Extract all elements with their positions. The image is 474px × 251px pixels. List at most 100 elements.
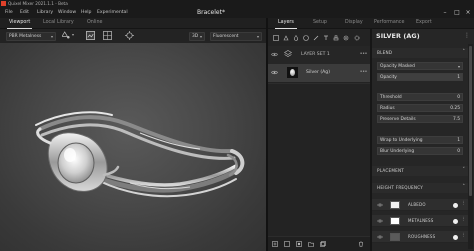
eye-icon[interactable] <box>271 52 278 57</box>
tab-online[interactable]: Online <box>87 18 102 29</box>
layer-set-row[interactable]: LAYER SET 1 ••• <box>268 46 370 64</box>
roughness-swatch[interactable] <box>390 233 400 241</box>
layers-bottom-toolbar <box>268 236 370 251</box>
tab-performance[interactable]: Performance <box>374 18 404 29</box>
app-title: Quixel Mixer 2021.1.1 - Beta <box>8 1 68 6</box>
viewport-toolbar: PBR Metalness ▾ ▾ 3D ▾ Fluorescent ▾ <box>0 29 268 43</box>
shading-mode-dropdown[interactable]: PBR Metalness ▾ <box>6 32 56 41</box>
section-blend[interactable]: BLEND ˄ <box>372 48 468 58</box>
tab-local-library[interactable]: Local Library <box>43 18 74 29</box>
grid-view-icon[interactable] <box>103 31 112 40</box>
camera-target-icon[interactable] <box>125 31 134 40</box>
metalness-swatch[interactable] <box>390 217 400 225</box>
material-preview-icon <box>290 69 295 76</box>
chevron-up-icon: ˄ <box>462 49 466 55</box>
more-options-icon[interactable]: ⋮ <box>464 32 470 39</box>
more-options-icon[interactable]: ⋮ <box>461 217 466 222</box>
channel-toggle-icon[interactable] <box>453 219 458 224</box>
app-logo-icon <box>1 1 6 6</box>
projection-icon[interactable] <box>343 35 349 41</box>
eye-icon[interactable] <box>377 219 383 223</box>
add-layer-icon[interactable] <box>272 241 278 247</box>
trash-icon[interactable] <box>358 241 364 247</box>
tab-export[interactable]: Export <box>416 18 432 29</box>
view-mode-value: 3D <box>192 34 199 39</box>
wrap-to-underlying-slider[interactable]: Wrap to Underlying 1 <box>377 136 463 144</box>
view-mode-dropdown[interactable]: 3D ▾ <box>189 32 205 41</box>
more-options-icon[interactable]: ⋮ <box>461 233 466 238</box>
layer-type-toolbar <box>268 31 370 45</box>
brush-icon[interactable] <box>313 35 319 41</box>
channel-toggle-icon[interactable] <box>453 203 458 208</box>
image-view-icon[interactable] <box>86 31 95 40</box>
more-options-icon[interactable]: ••• <box>360 69 368 75</box>
tab-viewport[interactable]: Viewport <box>6 18 33 29</box>
right-tab-bar: Layers Setup Display Performance Export <box>268 18 474 29</box>
blur-underlying-slider[interactable]: Blur Underlying 0 <box>377 147 463 155</box>
stamp-icon[interactable] <box>333 35 339 41</box>
settings-icon[interactable] <box>354 35 360 41</box>
3d-viewport[interactable] <box>0 43 266 251</box>
environment-value: Fluorescent <box>213 34 239 39</box>
eye-icon[interactable] <box>271 70 278 75</box>
add-mask-icon[interactable] <box>296 241 302 247</box>
blend-mode-value: Opacity Masked <box>380 64 415 69</box>
more-options-icon[interactable]: ⋮ <box>461 201 466 206</box>
maximize-icon[interactable]: □ <box>452 9 462 16</box>
radius-value: 0.25 <box>450 106 460 111</box>
chevron-down-icon: ▾ <box>199 34 202 39</box>
opacity-slider[interactable]: Opacity 1 <box>377 73 463 81</box>
scrollbar-thumb[interactable] <box>469 46 472 196</box>
properties-header: SILVER (AG) ⋮ <box>372 29 474 44</box>
channel-row-roughness[interactable]: ROUGHNESS ⋮ <box>372 231 468 243</box>
drop-icon[interactable] <box>293 35 299 41</box>
fill-layer-icon[interactable] <box>283 35 289 41</box>
section-height-frequency[interactable]: HEIGHT FREQUENCY ˄ <box>372 183 468 193</box>
blend-mode-dropdown[interactable]: Opacity Masked ▾ <box>377 62 463 70</box>
tab-setup[interactable]: Setup <box>313 18 327 29</box>
text-icon[interactable] <box>323 35 329 41</box>
layer-set-name: LAYER SET 1 <box>301 52 330 57</box>
eye-icon[interactable] <box>377 235 383 239</box>
close-icon[interactable]: × <box>463 9 473 16</box>
menu-library[interactable]: Library <box>37 10 53 15</box>
environment-dropdown[interactable]: Fluorescent ▾ <box>210 32 262 41</box>
folder-icon[interactable] <box>308 241 314 247</box>
add-fill-icon[interactable] <box>284 241 290 247</box>
chevron-down-icon: ▾ <box>256 34 259 39</box>
more-options-icon[interactable]: ••• <box>360 51 368 57</box>
properties-scrollbar[interactable] <box>468 44 473 249</box>
chevron-down-icon: ▾ <box>50 34 53 39</box>
channel-triangle-icon[interactable] <box>62 31 71 40</box>
duplicate-icon[interactable] <box>320 241 326 247</box>
channel-row-albedo[interactable]: ALBEDO ⋮ <box>372 199 468 211</box>
opacity-label: Opacity <box>380 75 397 80</box>
radius-slider[interactable]: Radius 0.25 <box>377 104 463 112</box>
minimize-icon[interactable]: – <box>440 9 450 16</box>
preserve-details-slider[interactable]: Preserve Details 7.5 <box>377 115 463 123</box>
channel-toggle-icon[interactable] <box>453 235 458 240</box>
tab-display[interactable]: Display <box>345 18 363 29</box>
threshold-value: 0 <box>457 95 460 100</box>
title-bar: Quixel Mixer 2021.1.1 - Beta <box>0 0 474 8</box>
layers-panel: LAYER SET 1 ••• Silver (Ag) ••• <box>268 29 370 251</box>
metalness-label: METALNESS <box>408 218 434 223</box>
menu-help[interactable]: Help <box>81 10 91 15</box>
layer-thumbnail <box>287 67 298 78</box>
layer-row-silver[interactable]: Silver (Ag) ••• <box>268 64 370 82</box>
threshold-slider[interactable]: Threshold 0 <box>377 93 463 101</box>
paint-layer-icon[interactable] <box>273 35 279 41</box>
eye-icon[interactable] <box>377 203 383 207</box>
section-height-frequency-label: HEIGHT FREQUENCY <box>377 185 424 190</box>
smart-material-icon[interactable] <box>303 35 309 41</box>
menu-window[interactable]: Window <box>58 10 76 15</box>
menu-edit[interactable]: Edit <box>20 10 29 15</box>
menu-experimental[interactable]: Experimental <box>97 10 128 15</box>
chevron-down-icon: ˅ <box>462 167 466 173</box>
albedo-swatch[interactable] <box>390 201 400 209</box>
section-placement[interactable]: PLACEMENT ˅ <box>372 166 468 176</box>
channel-row-metalness[interactable]: METALNESS ⋮ <box>372 215 468 227</box>
menu-file[interactable]: File <box>5 10 13 15</box>
tab-layers[interactable]: Layers <box>275 18 297 29</box>
opacity-value: 1 <box>457 75 460 80</box>
